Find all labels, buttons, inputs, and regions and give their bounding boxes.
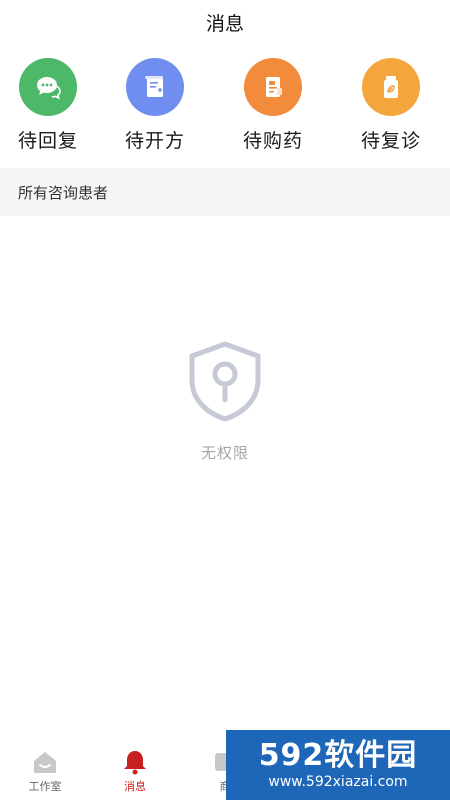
section-header: 所有咨询患者 [0, 168, 450, 216]
quick-action-pending-reply[interactable]: 待回复 [0, 58, 96, 168]
quick-action-pending-revisit[interactable]: 待复诊 [332, 58, 450, 168]
tab-messages[interactable]: 消息 [90, 740, 180, 800]
quick-action-label: 待复诊 [360, 130, 421, 152]
tab-label: 消息 [124, 780, 146, 793]
chat-bubble-icon [19, 58, 77, 116]
medicine-bottle-icon [362, 58, 420, 116]
bell-icon [124, 751, 146, 775]
watermark-url: www.592xiazai.com [268, 774, 408, 790]
quick-action-label: 待回复 [17, 130, 78, 152]
shield-lock-icon [189, 341, 261, 422]
watermark-main: 592软件园 [258, 738, 418, 773]
order-document-icon [244, 58, 302, 116]
empty-state: 无权限 [0, 340, 450, 463]
quick-action-pending-prescription[interactable]: 待开方 [96, 58, 214, 168]
header: 消息 [0, 0, 450, 44]
section-label: 所有咨询患者 [18, 183, 109, 202]
quick-actions: 待回复 待开方 待购药 待复诊 [0, 58, 450, 168]
empty-state-text: 无权限 [200, 444, 249, 462]
tab-label: 工作室 [28, 780, 62, 793]
watermark-logo: 592软件园 www.592xiazai.com [226, 730, 450, 800]
quick-action-label: 待购药 [242, 130, 303, 152]
prescription-icon [126, 58, 184, 116]
home-icon [34, 752, 56, 773]
quick-action-pending-purchase[interactable]: 待购药 [214, 58, 332, 168]
tab-workspace[interactable]: 工作室 [0, 740, 90, 800]
page-title: 消息 [205, 12, 244, 35]
quick-action-label: 待开方 [124, 130, 185, 152]
